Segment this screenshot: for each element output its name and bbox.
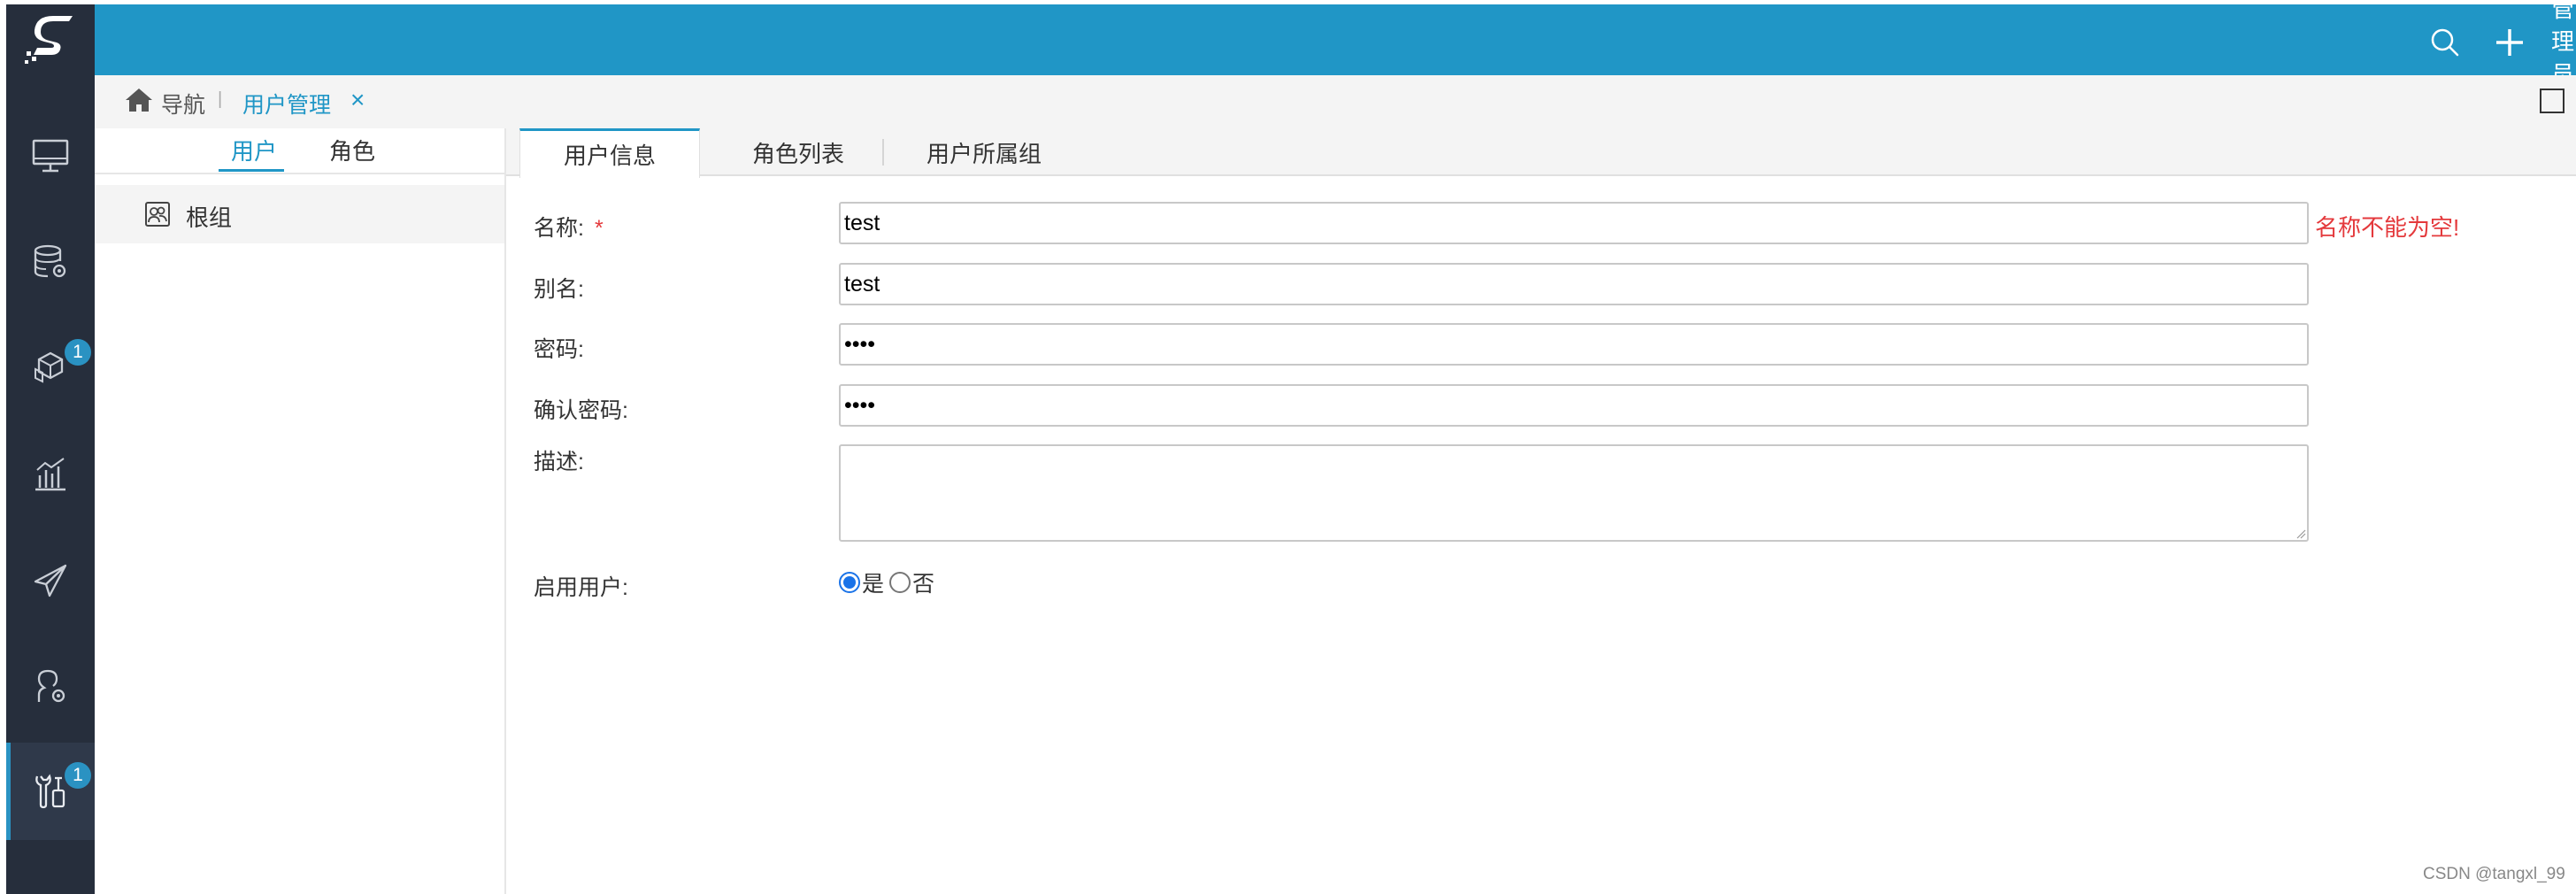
name-error-message: 名称不能为空! — [2315, 214, 2460, 241]
database-settings-icon — [34, 244, 66, 278]
enable-no-label: 否 — [912, 572, 935, 597]
tab-user-groups[interactable]: 用户所属组 — [896, 128, 1073, 176]
content-tabs: 用户信息 角色列表 用户所属组 — [506, 128, 2576, 178]
name-label: 名称: * — [534, 211, 604, 243]
user-group-icon — [145, 202, 170, 227]
sidebar: 1 1 — [6, 4, 95, 894]
enable-yes-radio[interactable] — [839, 572, 860, 593]
breadcrumb: 导航 | 用户管理 × — [95, 75, 2576, 128]
tab-role-list[interactable]: 角色列表 — [719, 128, 878, 176]
sidebar-item-database[interactable] — [6, 213, 95, 311]
app-logo[interactable] — [6, 4, 95, 75]
password-input[interactable] — [839, 323, 2309, 366]
tree-item-label: 根组 — [186, 204, 233, 231]
enable-user-radio-group: 是 否 — [839, 566, 934, 598]
password-label: 密码: — [534, 337, 584, 362]
search-icon[interactable] — [2429, 27, 2461, 58]
tab-roles[interactable]: 角色 — [329, 134, 375, 166]
sidebar-item-tools[interactable]: 1 — [6, 743, 95, 840]
resize-grip-icon[interactable] — [2295, 528, 2306, 539]
description-textarea[interactable] — [839, 444, 2309, 542]
confirm-password-label: 确认密码: — [534, 398, 628, 423]
maximize-icon[interactable] — [2540, 89, 2564, 113]
alias-input[interactable] — [839, 263, 2309, 305]
bar-chart-icon — [35, 458, 65, 491]
monitor-icon — [32, 139, 69, 173]
description-label: 描述: — [534, 450, 584, 474]
name-label-text: 名称: — [534, 216, 584, 241]
user-settings-icon — [37, 669, 65, 703]
left-panel-tabs: 用户 角色 — [95, 128, 506, 174]
sidebar-item-monitor[interactable] — [6, 107, 95, 204]
enable-yes-label: 是 — [862, 572, 885, 597]
top-bar: 管理员 — [95, 0, 2576, 88]
breadcrumb-current-tab[interactable]: 用户管理 — [242, 88, 331, 119]
home-icon[interactable] — [124, 87, 154, 113]
add-icon[interactable] — [2493, 26, 2526, 59]
close-tab-button[interactable]: × — [350, 86, 365, 114]
user-menu[interactable]: 管理员 — [2551, 0, 2576, 88]
required-mark: * — [594, 216, 604, 241]
sidebar-item-cubes[interactable]: 1 — [6, 320, 95, 417]
confirm-password-input[interactable] — [839, 384, 2309, 427]
notification-badge: 1 — [65, 762, 91, 789]
breadcrumb-home[interactable]: 导航 — [161, 88, 205, 119]
logo-icon — [25, 16, 73, 64]
sidebar-item-reports[interactable] — [6, 426, 95, 523]
notification-badge: 1 — [65, 339, 91, 366]
sidebar-item-send[interactable] — [6, 532, 95, 629]
alias-label: 别名: — [534, 277, 584, 302]
left-panel: 用户 角色 根组 — [95, 128, 506, 894]
active-tab-indicator — [219, 169, 284, 172]
sidebar-item-user-settings[interactable] — [6, 638, 95, 736]
tab-users[interactable]: 用户 — [231, 134, 277, 166]
enable-no-radio[interactable] — [889, 572, 911, 593]
tree-item-root-group[interactable]: 根组 — [95, 185, 504, 243]
breadcrumb-separator: | — [218, 89, 223, 109]
enable-user-label: 启用用户: — [534, 575, 628, 600]
tab-divider — [882, 139, 884, 166]
paper-plane-icon — [34, 564, 67, 597]
watermark: CSDN @tangxl_99 — [2423, 865, 2565, 883]
name-input[interactable] — [839, 202, 2309, 244]
tab-user-info[interactable]: 用户信息 — [519, 128, 700, 178]
